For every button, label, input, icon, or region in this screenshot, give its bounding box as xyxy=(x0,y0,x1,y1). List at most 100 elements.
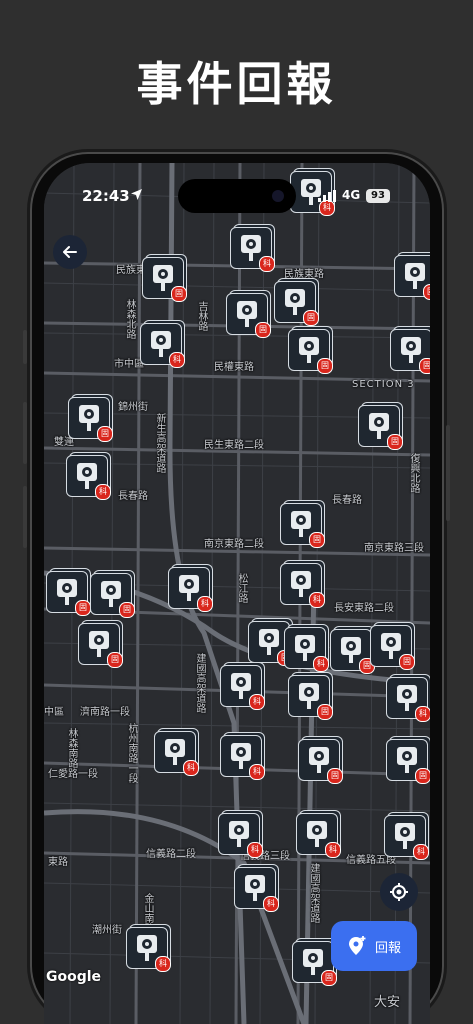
speed-camera-icon xyxy=(401,337,421,363)
road-label: 林森北路 xyxy=(124,299,135,339)
marker-tag: 固 xyxy=(321,970,337,986)
speed-camera-icon xyxy=(241,235,261,261)
speed-camera-icon xyxy=(381,633,401,659)
marker-tag: 固 xyxy=(327,768,343,784)
speed-camera-icon xyxy=(299,337,319,363)
road-label: 民權東路 xyxy=(214,362,254,373)
speed-camera-icon xyxy=(137,935,157,961)
speed-camera-marker[interactable]: 科 xyxy=(284,627,329,672)
speed-camera-marker[interactable]: 科 xyxy=(154,731,199,776)
back-button[interactable] xyxy=(53,235,87,269)
speed-camera-icon xyxy=(153,265,173,291)
road-label: 吉林路 xyxy=(196,301,207,331)
road-label: 杭州南路一段 xyxy=(126,723,137,783)
speed-camera-marker[interactable]: 固 xyxy=(358,405,403,450)
speed-camera-icon xyxy=(395,823,415,849)
marker-tag: 固 xyxy=(317,358,333,374)
road-label: 建國高架道路 xyxy=(194,653,205,713)
speed-camera-icon xyxy=(165,739,185,765)
speed-camera-marker[interactable]: 固 xyxy=(226,293,271,338)
phone-action-button xyxy=(23,330,27,364)
speed-camera-icon xyxy=(291,511,311,537)
speed-camera-marker[interactable]: 科 xyxy=(384,815,429,860)
network-type: 4G xyxy=(342,188,361,202)
speed-camera-icon xyxy=(299,683,319,709)
speed-camera-marker[interactable]: 固 xyxy=(386,739,430,784)
speed-camera-marker[interactable]: 科 xyxy=(168,567,213,612)
marker-tag: 科 xyxy=(249,694,265,710)
speed-camera-icon xyxy=(245,875,265,901)
speed-camera-marker[interactable]: 固 xyxy=(288,675,333,720)
speed-camera-icon xyxy=(259,629,279,655)
marker-tag: 固 xyxy=(415,768,430,784)
speed-camera-marker[interactable]: 固 xyxy=(68,397,113,442)
road-label: 長安東路二段 xyxy=(334,603,394,614)
speed-camera-icon xyxy=(179,575,199,601)
marker-tag: 科 xyxy=(183,760,199,776)
speed-camera-icon xyxy=(309,747,329,773)
report-button-label: 回報 xyxy=(374,940,401,956)
speed-camera-icon xyxy=(397,747,417,773)
add-location-icon xyxy=(348,936,366,955)
speed-camera-icon xyxy=(151,331,171,357)
speed-camera-icon xyxy=(101,581,121,607)
marker-tag: 科 xyxy=(309,592,325,608)
speed-camera-marker[interactable]: 科 xyxy=(66,455,111,500)
marker-tag: 科 xyxy=(169,352,185,368)
marker-tag: 固 xyxy=(423,284,430,300)
speed-camera-marker[interactable]: 固 xyxy=(90,573,135,618)
speed-camera-icon xyxy=(369,413,389,439)
speed-camera-marker[interactable]: 科 xyxy=(296,813,341,858)
speed-camera-marker[interactable]: 固 xyxy=(292,941,337,986)
speed-camera-icon xyxy=(57,579,77,605)
marker-tag: 固 xyxy=(97,426,113,442)
speed-camera-marker[interactable]: 科 xyxy=(140,323,185,368)
marker-tag: 固 xyxy=(317,704,333,720)
road-label: 東路 xyxy=(48,857,68,868)
speed-camera-marker[interactable]: 固 xyxy=(46,571,91,616)
speed-camera-marker[interactable]: 固 xyxy=(288,329,333,374)
speed-camera-marker[interactable]: 固 xyxy=(142,257,187,302)
speed-camera-marker[interactable]: 固 xyxy=(370,625,415,670)
road-label: 民生東路二段 xyxy=(204,440,264,451)
marker-tag: 固 xyxy=(171,286,187,302)
speed-camera-marker[interactable]: 固 xyxy=(78,623,123,668)
speed-camera-icon xyxy=(397,685,417,711)
speed-camera-marker[interactable]: 科 xyxy=(230,227,275,272)
report-button[interactable]: 回報 xyxy=(331,921,417,971)
marker-tag: 科 xyxy=(95,484,111,500)
speed-camera-marker[interactable]: 固 xyxy=(298,739,343,784)
speed-camera-icon xyxy=(405,263,425,289)
road-label: 松江路 xyxy=(236,573,247,603)
speed-camera-icon xyxy=(303,949,323,975)
speed-camera-marker[interactable]: 科 xyxy=(126,927,171,972)
speed-camera-marker[interactable]: 科 xyxy=(218,813,263,858)
speed-camera-marker[interactable]: 科 xyxy=(220,735,265,780)
road-label: 復興北路 xyxy=(408,453,419,493)
speed-camera-icon xyxy=(237,301,257,327)
speed-camera-marker[interactable]: 固 xyxy=(390,329,430,374)
locate-button[interactable] xyxy=(380,873,418,911)
speed-camera-marker[interactable]: 固 xyxy=(394,255,430,300)
speed-camera-marker[interactable]: 科 xyxy=(234,867,279,912)
speed-camera-marker[interactable]: 固 xyxy=(274,281,319,326)
speed-camera-icon xyxy=(231,673,251,699)
speed-camera-icon xyxy=(231,743,251,769)
road-label: 信義路二段 xyxy=(146,849,196,860)
marker-tag: 科 xyxy=(415,706,430,722)
road-label: 建國高架道路 xyxy=(308,863,319,923)
marker-tag: 科 xyxy=(313,656,329,672)
phone-volume-down-button xyxy=(23,486,27,548)
speed-camera-marker[interactable]: 固 xyxy=(280,503,325,548)
speed-camera-icon xyxy=(295,635,315,661)
marker-tag: 固 xyxy=(119,602,135,618)
marker-tag: 科 xyxy=(413,844,429,860)
marker-tag: 固 xyxy=(107,652,123,668)
speed-camera-marker[interactable]: 固 xyxy=(330,629,375,674)
locate-icon xyxy=(390,883,408,901)
speed-camera-marker[interactable]: 科 xyxy=(280,563,325,608)
speed-camera-marker[interactable]: 科 xyxy=(220,665,265,710)
marker-tag: 固 xyxy=(309,532,325,548)
speed-camera-marker[interactable]: 科 xyxy=(386,677,430,722)
marker-tag: 科 xyxy=(325,842,341,858)
